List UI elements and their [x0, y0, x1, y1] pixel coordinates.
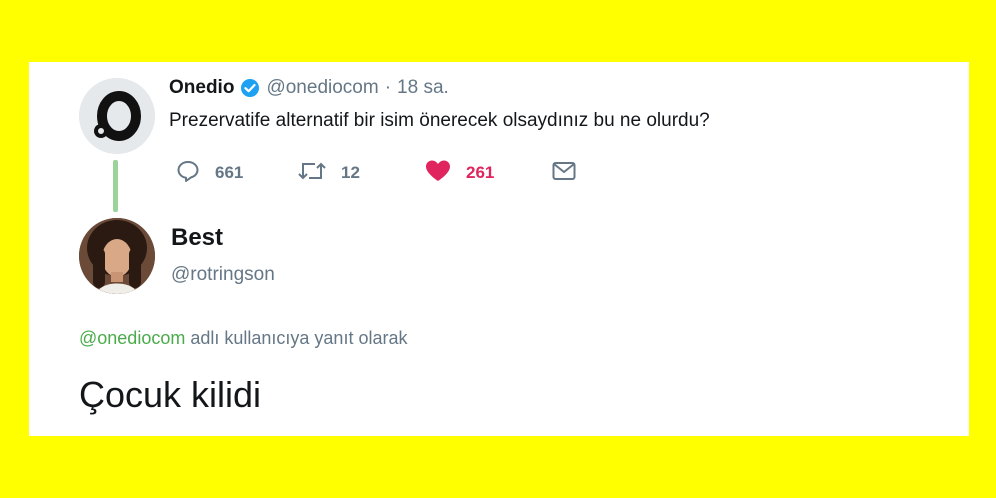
- reply-to-label: adlı kullanıcıya yanıt olarak: [190, 328, 408, 348]
- tweet-header: Onedio @onediocom · 18 sa.: [169, 76, 449, 100]
- direct-message-button[interactable]: [551, 158, 577, 188]
- onedio-avatar[interactable]: [79, 78, 155, 154]
- like-button[interactable]: 261: [424, 158, 494, 188]
- verified-badge-icon: [240, 78, 260, 98]
- reply-count: 661: [215, 163, 244, 182]
- thread-line: [113, 160, 118, 212]
- author-handle[interactable]: @onediocom: [266, 77, 378, 99]
- author-name[interactable]: Onedio: [169, 77, 234, 99]
- retweet-button[interactable]: 12: [297, 158, 360, 188]
- reply-button[interactable]: 661: [175, 158, 243, 188]
- tweet-time[interactable]: 18 sa.: [397, 77, 449, 99]
- like-count: 261: [466, 163, 495, 182]
- retweet-icon: [297, 159, 327, 188]
- best-avatar[interactable]: [79, 218, 155, 294]
- reply-author-handle[interactable]: @rotringson: [171, 264, 275, 286]
- heart-icon: [424, 159, 452, 188]
- tweet-card: Onedio @onediocom · 18 sa. Prezervatife …: [29, 62, 969, 436]
- reply-icon: [175, 159, 201, 188]
- tweet-text: Prezervatife alternatif bir isim önerece…: [169, 110, 710, 131]
- reply-to-mention-link[interactable]: @onediocom: [79, 328, 185, 348]
- reply-text: Çocuk kilidi: [79, 374, 262, 415]
- envelope-icon: [551, 159, 577, 188]
- reply-author-name[interactable]: Best: [171, 224, 223, 252]
- separator-dot: ·: [384, 77, 392, 98]
- replying-to-line: @onediocom adlı kullanıcıya yanıt olarak: [79, 328, 407, 349]
- retweet-count: 12: [341, 163, 360, 182]
